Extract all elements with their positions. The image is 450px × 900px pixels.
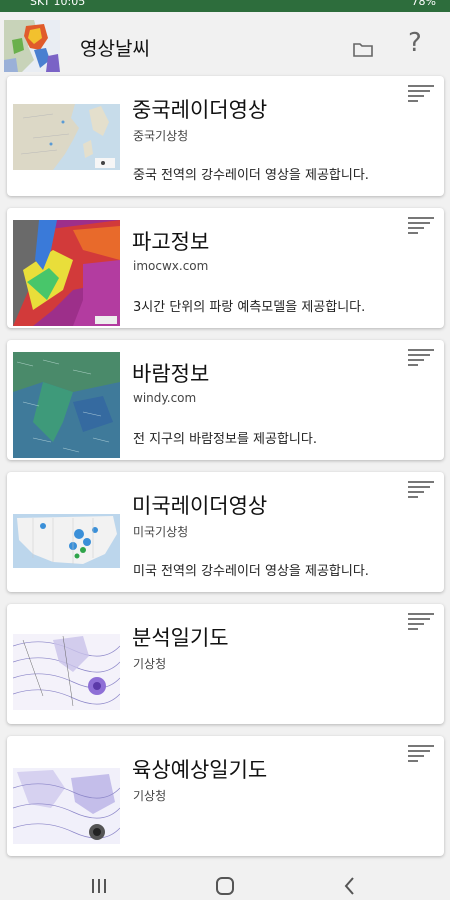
- analysis-chart-thumbnail: [13, 616, 120, 722]
- card-title: 파고정보: [132, 230, 210, 254]
- card-land-forecast-chart[interactable]: 육상예상일기도 기상청: [7, 736, 444, 856]
- card-source: 중국기상청: [133, 129, 189, 143]
- card-china-radar[interactable]: 중국레이더영상 중국기상청 중국 전역의 강수레이더 영상을 제공합니다.: [7, 76, 444, 196]
- card-menu-button[interactable]: [406, 744, 436, 764]
- sort-lines-icon: [408, 217, 434, 234]
- card-description: 전 지구의 바람정보를 제공합니다.: [133, 432, 317, 447]
- card-menu-button[interactable]: [406, 480, 436, 500]
- card-source: imocwx.com: [133, 259, 209, 273]
- wind-thumbnail: [13, 352, 120, 458]
- back-button[interactable]: [338, 874, 362, 898]
- land-forecast-thumbnail: [13, 748, 120, 854]
- card-source: windy.com: [133, 391, 197, 405]
- folder-icon: [353, 43, 373, 57]
- help-button[interactable]: ?: [408, 28, 422, 58]
- status-carrier-time: SKT 10:05: [30, 0, 86, 8]
- china-radar-thumbnail: [13, 88, 120, 194]
- recents-icon: [92, 879, 106, 893]
- card-menu-button[interactable]: [406, 348, 436, 368]
- card-wave-info[interactable]: 파고정보 imocwx.com 3시간 단위의 파랑 예측모델을 제공합니다.: [7, 208, 444, 328]
- back-icon: [344, 877, 354, 895]
- card-title: 육상예상일기도: [132, 758, 268, 782]
- card-wind-info[interactable]: 바람정보 windy.com 전 지구의 바람정보를 제공합니다.: [7, 340, 444, 460]
- sort-lines-icon: [408, 85, 434, 102]
- folder-button[interactable]: [352, 38, 374, 60]
- home-icon: [216, 877, 234, 895]
- sort-lines-icon: [408, 481, 434, 498]
- recents-button[interactable]: [87, 874, 111, 898]
- app-logo: [4, 20, 60, 72]
- card-analysis-chart[interactable]: 분석일기도 기상청: [7, 604, 444, 724]
- app-bar: 영상날씨 ?: [0, 12, 450, 74]
- home-button[interactable]: [213, 874, 237, 898]
- card-title: 미국레이더영상: [132, 494, 268, 518]
- status-bar: SKT 10:05 78%: [0, 0, 450, 12]
- sort-lines-icon: [408, 349, 434, 366]
- card-menu-button[interactable]: [406, 612, 436, 632]
- app-title: 영상날씨: [80, 38, 150, 60]
- card-title: 분석일기도: [132, 626, 229, 650]
- card-description: 미국 전역의 강수레이더 영상을 제공합니다.: [133, 564, 369, 579]
- card-source: 미국기상청: [133, 525, 189, 539]
- wave-thumbnail: [13, 220, 120, 326]
- help-icon: ?: [408, 28, 422, 58]
- card-description: 중국 전역의 강수레이더 영상을 제공합니다.: [133, 168, 369, 183]
- card-menu-button[interactable]: [406, 216, 436, 236]
- sort-lines-icon: [408, 613, 434, 630]
- card-title: 바람정보: [132, 362, 210, 386]
- card-description: 3시간 단위의 파랑 예측모델을 제공합니다.: [133, 300, 366, 315]
- card-title: 중국레이더영상: [132, 98, 268, 122]
- card-us-radar[interactable]: 미국레이더영상 미국기상청 미국 전역의 강수레이더 영상을 제공합니다.: [7, 472, 444, 592]
- card-source: 기상청: [133, 789, 167, 803]
- us-radar-thumbnail: [13, 484, 120, 590]
- status-battery: 78%: [411, 0, 436, 8]
- system-nav-bar: [0, 868, 450, 900]
- card-menu-button[interactable]: [406, 84, 436, 104]
- card-source: 기상청: [133, 657, 167, 671]
- sort-lines-icon: [408, 745, 434, 762]
